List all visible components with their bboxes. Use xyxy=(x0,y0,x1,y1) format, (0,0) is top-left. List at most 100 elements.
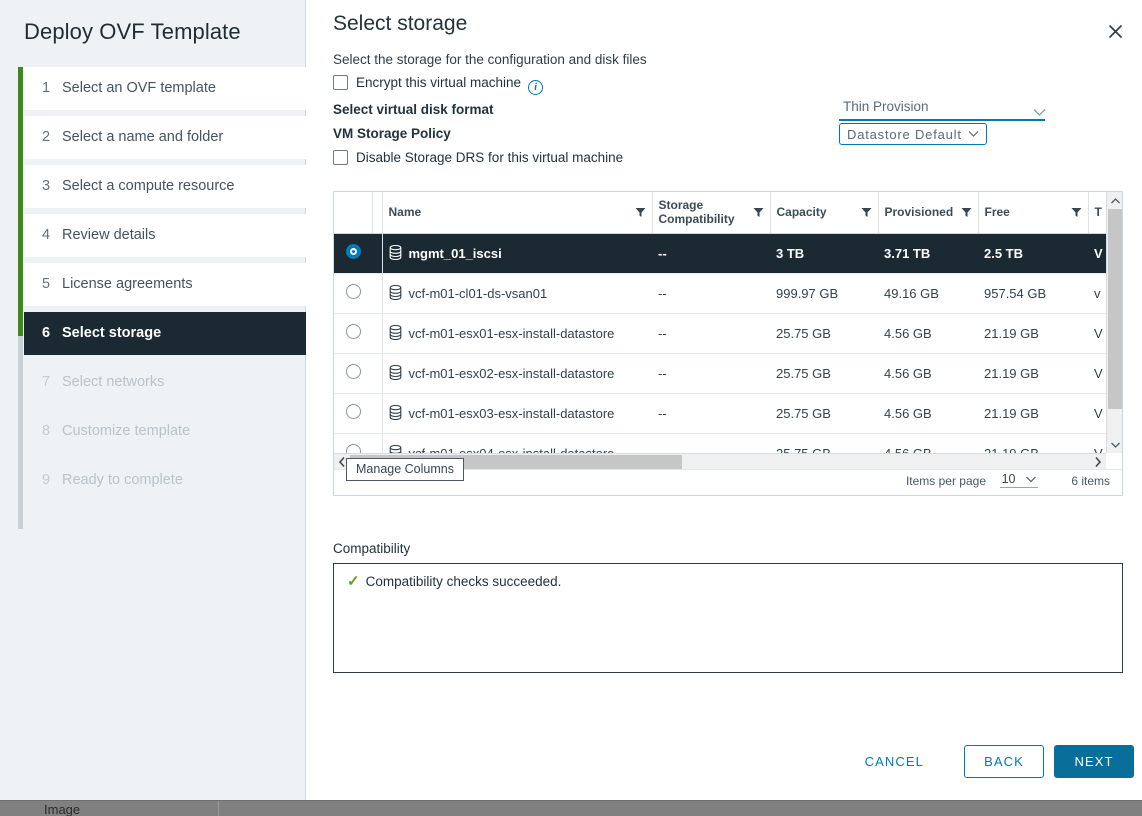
bottom-strip-label: Image xyxy=(44,802,80,816)
row-separator xyxy=(372,433,382,453)
cell-storage-compatibility: -- xyxy=(652,433,770,453)
encrypt-vm-checkbox[interactable] xyxy=(333,75,348,90)
step-number: 9 xyxy=(42,459,62,502)
datastore-radio[interactable] xyxy=(346,404,361,419)
cell-provisioned: 4.56 GB xyxy=(878,433,978,453)
step-label: Ready to complete xyxy=(62,472,183,488)
items-per-page-select[interactable]: 10 xyxy=(1000,472,1038,488)
datastore-name: mgmt_01_iscsi xyxy=(409,246,502,261)
cell-free: 21.19 GB xyxy=(978,313,1088,353)
cell-capacity: 999.97 GB xyxy=(770,273,878,313)
close-icon[interactable] xyxy=(1102,18,1128,44)
filter-icon[interactable] xyxy=(961,207,972,221)
progress-rail-remaining xyxy=(18,336,23,529)
step-number: 1 xyxy=(42,67,62,110)
sidebar-step-select-a-name-and-folder[interactable]: 2Select a name and folder xyxy=(24,116,306,159)
sidebar-step-select-an-ovf-template[interactable]: 1Select an OVF template xyxy=(24,67,306,110)
sidebar-step-select-a-compute-resource[interactable]: 3Select a compute resource xyxy=(24,165,306,208)
row-select-cell[interactable] xyxy=(334,233,372,273)
table-footer: Manage Columns Items per page 10 6 items xyxy=(334,469,1122,495)
datastore-radio[interactable] xyxy=(346,244,361,259)
scroll-right-icon[interactable] xyxy=(1090,454,1106,470)
table-vertical-scrollbar[interactable] xyxy=(1106,192,1122,453)
cell-storage-compatibility: -- xyxy=(652,273,770,313)
row-separator xyxy=(372,313,382,353)
info-icon[interactable]: i xyxy=(528,80,543,95)
cell-free: 21.19 GB xyxy=(978,433,1088,453)
cell-capacity: 25.75 GB xyxy=(770,433,878,453)
table-row[interactable]: mgmt_01_iscsi--3 TB3.71 TB2.5 TBV xyxy=(334,233,1106,273)
datastore-radio[interactable] xyxy=(346,444,361,453)
disk-format-select[interactable]: Thin Provision xyxy=(839,99,1045,121)
row-select-cell[interactable] xyxy=(334,393,372,433)
next-button[interactable]: NEXT xyxy=(1054,745,1134,778)
row-separator xyxy=(372,393,382,433)
disable-sdrs-checkbox[interactable] xyxy=(333,150,348,165)
sidebar-step-ready-to-complete: 9Ready to complete xyxy=(24,459,306,502)
encrypt-vm-label: Encrypt this virtual machine xyxy=(356,75,521,90)
step-number: 4 xyxy=(42,214,62,257)
th-type[interactable]: T xyxy=(1088,192,1106,233)
cell-free: 2.5 TB xyxy=(978,233,1088,273)
sidebar-step-license-agreements[interactable]: 5License agreements xyxy=(24,263,306,306)
th-capacity[interactable]: Capacity xyxy=(770,192,878,233)
datastore-name: vcf-m01-esx03-esx-install-datastore xyxy=(409,406,615,421)
row-select-cell[interactable] xyxy=(334,353,372,393)
datastore-name: vcf-m01-esx01-esx-install-datastore xyxy=(409,326,615,341)
cell-name: mgmt_01_iscsi xyxy=(382,233,652,273)
cell-capacity: 25.75 GB xyxy=(770,353,878,393)
datastore-radio[interactable] xyxy=(346,324,361,339)
deploy-ovf-template-dialog: Deploy OVF Template 1Select an OVF templ… xyxy=(0,0,1142,816)
th-storage-compatibility[interactable]: Storage Compatibility xyxy=(652,192,770,233)
cell-type: V xyxy=(1088,393,1106,433)
scroll-up-icon[interactable] xyxy=(1107,192,1123,209)
cell-name: vcf-m01-esx02-esx-install-datastore xyxy=(382,353,652,393)
step-number: 6 xyxy=(42,312,62,355)
th-provisioned[interactable]: Provisioned xyxy=(878,192,978,233)
table-row[interactable]: vcf-m01-esx03-esx-install-datastore--25.… xyxy=(334,393,1106,433)
cancel-button[interactable]: CANCEL xyxy=(851,745,938,778)
compatibility-message-row: ✓Compatibility checks succeeded. xyxy=(347,572,561,590)
datastore-radio[interactable] xyxy=(346,284,361,299)
content-pane: Select storage Select the storage for th… xyxy=(306,0,1142,800)
table-vertical-scroll-thumb[interactable] xyxy=(1108,209,1122,409)
sidebar-step-review-details[interactable]: 4Review details xyxy=(24,214,306,257)
table-row[interactable]: vcf-m01-esx04-esx-install-datastore--25.… xyxy=(334,433,1106,453)
back-button[interactable]: BACK xyxy=(964,745,1044,778)
wizard-sidebar: Deploy OVF Template 1Select an OVF templ… xyxy=(0,0,306,800)
th-free[interactable]: Free xyxy=(978,192,1088,233)
table-row[interactable]: vcf-m01-esx02-esx-install-datastore--25.… xyxy=(334,353,1106,393)
table-row[interactable]: vcf-m01-esx01-esx-install-datastore--25.… xyxy=(334,313,1106,353)
encrypt-vm-row: Encrypt this virtual machine i xyxy=(333,75,543,95)
sidebar-step-select-networks: 7Select networks xyxy=(24,361,306,404)
storage-policy-label: VM Storage Policy xyxy=(333,126,451,141)
table-row[interactable]: vcf-m01-cl01-ds-vsan01--999.97 GB49.16 G… xyxy=(334,273,1106,313)
cell-provisioned: 4.56 GB xyxy=(878,393,978,433)
manage-columns-button[interactable]: Manage Columns xyxy=(346,458,464,481)
filter-icon[interactable] xyxy=(753,207,764,221)
storage-policy-select[interactable]: Datastore Default xyxy=(839,123,987,145)
cell-provisioned: 49.16 GB xyxy=(878,273,978,313)
filter-icon[interactable] xyxy=(635,207,646,221)
sidebar-step-select-storage[interactable]: 6Select storage xyxy=(24,312,306,355)
cell-name: vcf-m01-esx01-esx-install-datastore xyxy=(382,313,652,353)
step-label: Select networks xyxy=(62,374,164,390)
step-number: 8 xyxy=(42,410,62,453)
filter-icon[interactable] xyxy=(1071,207,1082,221)
items-per-page-label: Items per page xyxy=(906,474,986,488)
cell-storage-compatibility: -- xyxy=(652,313,770,353)
page-title: Select storage xyxy=(333,12,467,36)
row-select-cell[interactable] xyxy=(334,433,372,453)
row-select-cell[interactable] xyxy=(334,273,372,313)
cell-capacity: 3 TB xyxy=(770,233,878,273)
bottom-strip-divider xyxy=(218,801,219,816)
page-subtitle: Select the storage for the configuration… xyxy=(333,52,647,67)
cell-type: V xyxy=(1088,433,1106,453)
scroll-down-icon[interactable] xyxy=(1107,436,1123,453)
row-select-cell[interactable] xyxy=(334,313,372,353)
cell-provisioned: 4.56 GB xyxy=(878,313,978,353)
check-icon: ✓ xyxy=(347,573,360,590)
filter-icon[interactable] xyxy=(861,207,872,221)
th-name[interactable]: Name xyxy=(382,192,652,233)
datastore-radio[interactable] xyxy=(346,364,361,379)
